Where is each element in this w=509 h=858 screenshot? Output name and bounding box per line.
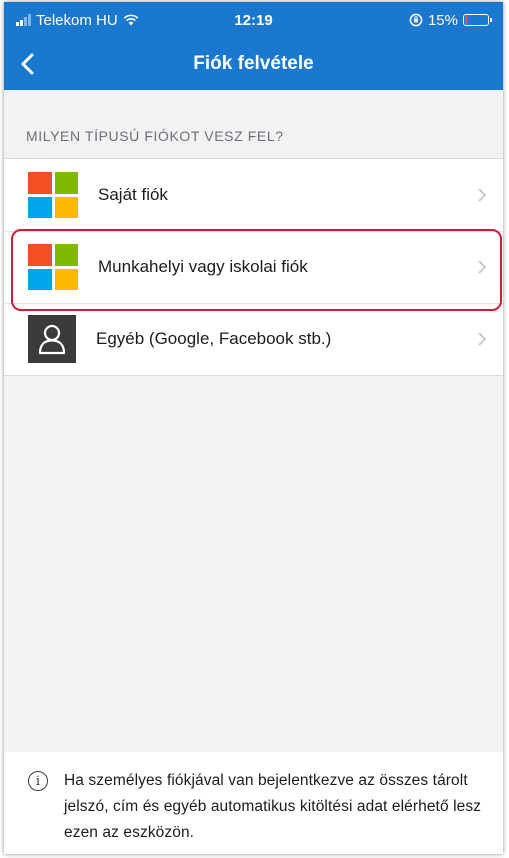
account-type-list: Saját fiók Munkahelyi vagy iskolai fiók [4, 158, 503, 376]
signal-icon [16, 14, 31, 26]
navigation-bar: Fiók felvétele [4, 38, 503, 90]
chevron-right-icon [478, 332, 487, 346]
person-icon [28, 315, 76, 363]
clock: 12:19 [234, 11, 273, 29]
account-option-personal[interactable]: Saját fiók [4, 159, 503, 231]
account-option-label: Munkahelyi vagy iskolai fiók [98, 257, 308, 276]
wifi-icon [123, 14, 139, 26]
microsoft-logo-icon [28, 172, 78, 218]
carrier-name: Telekom HU [36, 11, 118, 29]
chevron-right-icon [478, 260, 487, 274]
status-bar: Telekom HU 12:19 15% [4, 2, 503, 38]
status-right: 15% [409, 11, 492, 29]
battery-fill [465, 16, 468, 24]
info-icon: i [28, 771, 48, 791]
rotation-lock-icon [409, 13, 423, 27]
page-title: Fiók felvétele [193, 53, 314, 74]
status-left: Telekom HU [16, 12, 139, 29]
info-footer: i Ha személyes fiókjával van bejelentkez… [4, 752, 503, 854]
account-option-label: Egyéb (Google, Facebook stb.) [96, 329, 332, 348]
battery-percent: 15% [427, 11, 458, 29]
chevron-left-icon[interactable] [16, 50, 42, 78]
phone-screen: Telekom HU 12:19 15% Fiók felvétele MILY… [4, 2, 503, 854]
chevron-right-icon [478, 188, 487, 202]
microsoft-logo-icon [28, 244, 78, 290]
account-option-other[interactable]: Egyéb (Google, Facebook stb.) [4, 303, 503, 375]
info-text: Ha személyes fiókjával van bejelentkezve… [64, 772, 482, 841]
account-option-work-school[interactable]: Munkahelyi vagy iskolai fiók [4, 231, 503, 303]
account-option-label: Saját fiók [98, 185, 168, 204]
section-header: MILYEN TÍPUSÚ FIÓKOT VESZ FEL? [26, 128, 284, 144]
battery-icon [463, 14, 492, 26]
